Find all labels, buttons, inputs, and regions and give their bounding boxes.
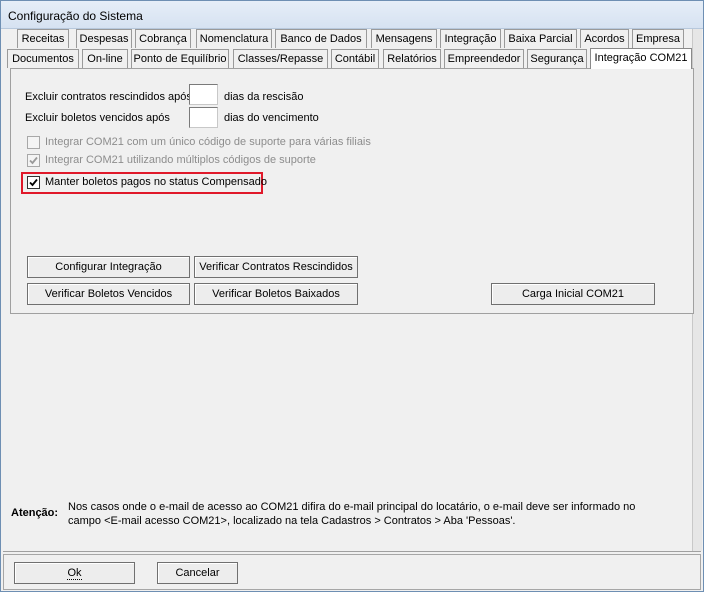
- tab-mensagens[interactable]: Mensagens: [371, 29, 437, 48]
- tab-relatorios[interactable]: Relatórios: [383, 49, 441, 68]
- dias-vencimento-suffix: dias do vencimento: [224, 112, 319, 124]
- configurar-integracao-button[interactable]: Configurar Integração: [27, 256, 190, 278]
- tab-acordos[interactable]: Acordos: [580, 29, 629, 48]
- tab-baixa-parcial[interactable]: Baixa Parcial: [504, 29, 577, 48]
- tab-seguranca[interactable]: Segurança: [527, 49, 587, 68]
- carga-inicial-button[interactable]: Carga Inicial COM21: [491, 283, 655, 305]
- tab-despesas[interactable]: Despesas: [76, 29, 132, 48]
- ok-button[interactable]: Ok: [14, 562, 135, 584]
- bottom-separator: [3, 551, 701, 552]
- excluir-boletos-label: Excluir boletos vencidos após: [25, 112, 170, 124]
- dias-vencimento-input[interactable]: [189, 107, 218, 128]
- tab-on-line[interactable]: On-line: [82, 49, 128, 68]
- tab-empresa[interactable]: Empresa: [632, 29, 684, 48]
- checkmark-icon: [29, 156, 38, 165]
- dias-rescisao-input[interactable]: [189, 84, 218, 105]
- note-heading: Atenção:: [11, 507, 59, 519]
- verificar-boletos-vencidos-button[interactable]: Verificar Boletos Vencidos: [27, 283, 190, 305]
- keep-paid-label: Manter boletos pagos no status Compensad…: [45, 176, 267, 188]
- config-window: Configuração do Sistema Receitas Despesa…: [0, 0, 704, 592]
- title-bar: Configuração do Sistema: [1, 1, 703, 29]
- checkmark-icon: [29, 178, 38, 187]
- verificar-contratos-button[interactable]: Verificar Contratos Rescindidos: [194, 256, 358, 278]
- tab-integracao[interactable]: Integração: [440, 29, 501, 48]
- tab-integracao-com21[interactable]: Integração COM21: [590, 48, 692, 69]
- multi-code-checkbox[interactable]: [27, 154, 40, 167]
- tab-empreendedor[interactable]: Empreendedor: [444, 49, 524, 68]
- tab-classes-repasse[interactable]: Classes/Repasse: [233, 49, 328, 68]
- tab-cobranca[interactable]: Cobrança: [135, 29, 191, 48]
- ok-label: Ok: [67, 567, 82, 580]
- multi-code-label: Integrar COM21 utilizando múltiplos códi…: [45, 154, 316, 166]
- cancel-button[interactable]: Cancelar: [157, 562, 238, 584]
- verificar-boletos-baixados-button[interactable]: Verificar Boletos Baixados: [194, 283, 358, 305]
- single-code-checkbox[interactable]: [27, 136, 40, 149]
- note-text: Nos casos onde o e-mail de acesso ao COM…: [68, 501, 636, 527]
- single-code-label: Integrar COM21 com um único código de su…: [45, 136, 371, 148]
- tab-ponto-de-equilibrio[interactable]: Ponto de Equilíbrio: [131, 49, 229, 68]
- tab-banco-de-dados[interactable]: Banco de Dados: [275, 29, 367, 48]
- tab-receitas[interactable]: Receitas: [17, 29, 69, 48]
- tab-nomenclatura[interactable]: Nomenclatura: [196, 29, 272, 48]
- window-title: Configuração do Sistema: [8, 9, 143, 23]
- footer-bar: Ok Cancelar: [3, 554, 701, 590]
- excluir-contratos-label: Excluir contratos rescindidos após: [25, 91, 192, 103]
- cancel-label: Cancelar: [175, 567, 220, 579]
- dias-rescisao-suffix: dias da rescisão: [224, 91, 304, 103]
- keep-paid-checkbox[interactable]: [27, 176, 40, 189]
- tab-contabil[interactable]: Contábil: [331, 49, 379, 68]
- tab-documentos[interactable]: Documentos: [7, 49, 79, 68]
